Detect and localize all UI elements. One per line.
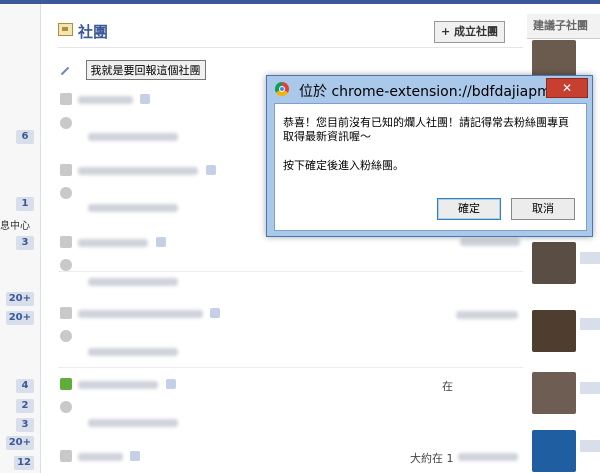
count-badge[interactable]: 1 — [16, 197, 34, 211]
blurred-text — [88, 133, 178, 141]
dialog-message: 按下確定後進入粉絲團。 — [283, 159, 404, 172]
divider — [58, 367, 523, 368]
blurred-text — [78, 239, 148, 247]
report-group-button[interactable]: 我就是要回報這個社團 — [85, 60, 206, 80]
blurred-text — [78, 453, 123, 461]
blurred-text — [460, 238, 520, 246]
blurred-text — [458, 453, 518, 461]
suggested-group-photo[interactable] — [532, 242, 576, 284]
tag-icon — [210, 308, 220, 318]
blurred-text — [88, 348, 178, 356]
blurred-text — [88, 419, 178, 427]
tag-icon — [166, 379, 176, 389]
ok-button[interactable]: 確定 — [437, 198, 501, 220]
count-badge[interactable]: 20+ — [5, 311, 34, 325]
top-nav-bar — [0, 0, 600, 4]
left-sidebar: 6 1 3 20+ 20+ 4 2 3 20+ 12 — [0, 4, 41, 473]
globe-icon — [60, 187, 72, 199]
count-badge[interactable]: 3 — [16, 418, 34, 432]
blurred-text — [78, 96, 133, 104]
count-badge[interactable]: 6 — [16, 130, 34, 144]
count-badge[interactable]: 20+ — [5, 292, 34, 306]
dialog-title: 位於 chrome-extension://bdfdajiapmgbjn... — [299, 84, 549, 100]
suggested-group-link[interactable] — [580, 440, 600, 452]
report-row: 我就是要回報這個社團 — [60, 60, 206, 80]
count-badge[interactable]: 12 — [14, 456, 34, 470]
tag-icon — [156, 237, 166, 247]
page-title: 社團 — [78, 23, 109, 41]
blurred-text — [88, 204, 178, 212]
check-icon — [60, 378, 72, 390]
group-icon — [60, 164, 72, 176]
group-icon — [60, 236, 72, 248]
close-button[interactable]: ✕ — [546, 78, 588, 98]
globe-icon — [60, 401, 72, 413]
dialog-titlebar[interactable]: 位於 chrome-extension://bdfdajiapmgbjn... … — [267, 76, 592, 104]
tag-icon — [140, 94, 150, 104]
suggested-group-link[interactable] — [580, 252, 600, 264]
blurred-text — [78, 310, 203, 318]
dialog-message: 恭喜！您目前沒有已知的爛人社團！請記得常去粉絲團專頁取得最新資訊喔～ — [283, 116, 569, 143]
tag-icon — [130, 451, 140, 461]
count-badge[interactable]: 2 — [16, 399, 34, 413]
count-badge[interactable]: 20+ — [5, 436, 34, 450]
chrome-icon — [275, 82, 289, 96]
tag-icon — [206, 165, 216, 175]
dialog-body: 恭喜！您目前沒有已知的爛人社團！請記得常去粉絲團專頁取得最新資訊喔～ 按下確定後… — [274, 103, 587, 231]
divider — [58, 47, 523, 48]
suggested-group-link[interactable] — [580, 382, 600, 394]
suggested-group-photo[interactable] — [532, 372, 576, 414]
sidebar-item-label[interactable]: 息中心 — [0, 217, 30, 232]
blurred-text — [456, 311, 518, 319]
pencil-icon — [60, 66, 70, 76]
timestamp: 在 — [442, 380, 453, 393]
count-badge[interactable]: 3 — [16, 236, 34, 250]
create-group-button[interactable]: + 成立社團 — [434, 21, 506, 43]
cancel-button[interactable]: 取消 — [511, 198, 575, 220]
group-icon — [60, 307, 72, 319]
blurred-text — [78, 381, 158, 389]
suggested-group-photo[interactable] — [532, 310, 576, 352]
globe-icon — [60, 117, 72, 129]
timestamp: 大約在 1 — [410, 452, 454, 465]
suggested-group-photo[interactable] — [532, 430, 576, 472]
suggested-groups-header: 建議子社團 — [527, 14, 600, 39]
groups-icon — [58, 23, 73, 36]
group-icon — [60, 450, 72, 462]
group-icon — [60, 93, 72, 105]
globe-icon — [60, 330, 72, 342]
suggested-group-link[interactable] — [580, 318, 600, 330]
blurred-text — [88, 278, 178, 286]
count-badge[interactable]: 4 — [16, 379, 34, 393]
blurred-text — [78, 167, 198, 175]
divider — [58, 271, 523, 272]
globe-icon — [60, 259, 72, 271]
alert-dialog: 位於 chrome-extension://bdfdajiapmgbjn... … — [266, 75, 593, 237]
